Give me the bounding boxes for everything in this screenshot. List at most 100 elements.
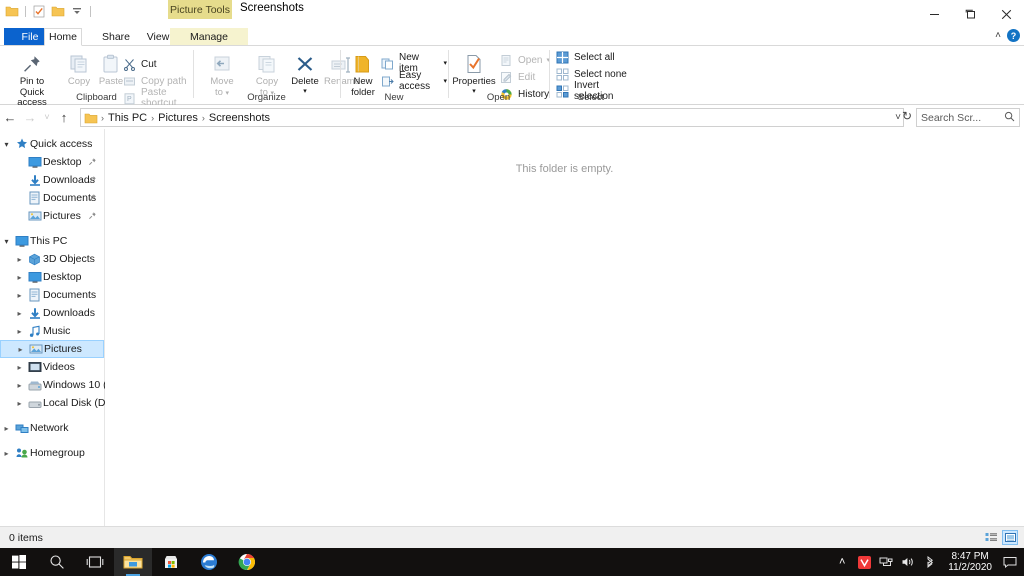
address-dropdown-icon[interactable]: ˅ bbox=[895, 112, 901, 123]
chevron-down-icon[interactable]: ▾ bbox=[0, 140, 13, 149]
tab-manage[interactable]: Manage bbox=[170, 28, 248, 46]
new-folder-icon[interactable] bbox=[50, 3, 66, 19]
back-button[interactable]: ← bbox=[0, 105, 20, 129]
minimize-button[interactable] bbox=[916, 0, 952, 28]
pin-icon-desktop[interactable] bbox=[88, 157, 97, 169]
sidebar-item-desktop[interactable]: ▸ Desktop bbox=[0, 268, 104, 286]
chrome-button[interactable] bbox=[228, 548, 266, 576]
desktop-icon-pc bbox=[26, 269, 43, 285]
pin-icon-downloads[interactable] bbox=[88, 175, 97, 187]
music-icon bbox=[26, 323, 43, 339]
chevron-down-icon-this-pc[interactable]: ▾ bbox=[0, 237, 13, 246]
delete-button[interactable]: Delete ▾ bbox=[286, 49, 324, 95]
sidebar-item-3d-objects[interactable]: ▸ 3D Objects bbox=[0, 250, 104, 268]
close-button[interactable] bbox=[988, 0, 1024, 28]
open-label: Open bbox=[518, 54, 543, 66]
easy-access-button[interactable]: Easy access ▾ bbox=[380, 70, 447, 92]
sidebar-item-windows-c[interactable]: ▸ Windows 10 (C:) bbox=[0, 376, 120, 394]
edit-label: Edit bbox=[518, 71, 536, 83]
chevron-right-icon-homegroup[interactable]: ▸ bbox=[0, 449, 13, 458]
new-folder-button[interactable]: New folder bbox=[344, 49, 382, 98]
edit-button[interactable]: Edit bbox=[499, 69, 535, 85]
tab-home[interactable]: Home bbox=[44, 28, 82, 46]
address-input[interactable]: › This PC › Pictures › Screenshots ˅ bbox=[80, 108, 904, 127]
breadcrumb-pictures[interactable]: Pictures bbox=[155, 112, 201, 124]
maximize-button[interactable] bbox=[952, 0, 988, 28]
up-button[interactable]: ↑ bbox=[54, 105, 74, 129]
open-button[interactable]: Open ▾ bbox=[499, 52, 550, 68]
sidebar-item-videos[interactable]: ▸ Videos bbox=[0, 358, 104, 376]
file-explorer-button[interactable] bbox=[114, 548, 152, 576]
chevron-right-icon-videos[interactable]: ▸ bbox=[13, 363, 26, 372]
bluetooth-icon[interactable] bbox=[920, 548, 940, 576]
chevron-right-icon-3d-objects[interactable]: ▸ bbox=[13, 255, 26, 264]
select-none-label: Select none bbox=[574, 68, 627, 80]
pin-icon-pictures[interactable] bbox=[88, 211, 97, 223]
pin-icon-documents[interactable] bbox=[88, 193, 97, 205]
volume-icon[interactable] bbox=[898, 548, 918, 576]
open-icon bbox=[499, 53, 514, 68]
start-button[interactable] bbox=[0, 548, 38, 576]
chevron-right-icon-windows-c[interactable]: ▸ bbox=[13, 381, 26, 390]
details-view-icon[interactable] bbox=[983, 530, 999, 545]
clock[interactable]: 8:47 PM 11/2/2020 bbox=[942, 551, 998, 573]
tray-overflow-icon[interactable]: ˄ bbox=[832, 548, 852, 576]
search-input[interactable]: Search Scr... bbox=[916, 108, 1020, 127]
group-label-clipboard: Clipboard bbox=[76, 92, 117, 103]
sidebar-item-desktop-qa[interactable]: Desktop bbox=[0, 153, 104, 171]
cut-button[interactable]: Cut bbox=[122, 56, 157, 72]
breadcrumb-this-pc[interactable]: This PC bbox=[105, 112, 150, 124]
chevron-right-icon-pictures[interactable]: ▸ bbox=[14, 345, 27, 354]
microsoft-store-button[interactable] bbox=[152, 548, 190, 576]
sidebar-item-local-disk-d[interactable]: ▸ Local Disk (D:) bbox=[0, 394, 111, 412]
customize-dropdown-icon[interactable] bbox=[69, 3, 85, 19]
sidebar-item-downloads-qa[interactable]: Downloads bbox=[0, 171, 104, 189]
edge-button[interactable] bbox=[190, 548, 228, 576]
network-icon[interactable] bbox=[876, 548, 896, 576]
help-icon[interactable]: ? bbox=[1007, 29, 1020, 42]
sidebar-label-3d-objects: 3D Objects bbox=[43, 253, 95, 265]
sidebar-section-network[interactable]: ▸ Network bbox=[0, 419, 104, 437]
select-all-button[interactable]: Select all bbox=[555, 49, 615, 65]
recent-locations-button[interactable]: ˅ bbox=[40, 105, 54, 129]
task-view-button[interactable] bbox=[76, 548, 114, 576]
documents-icon-pc bbox=[26, 287, 43, 303]
folder-icon[interactable] bbox=[4, 3, 20, 19]
file-list-area[interactable]: This folder is empty. bbox=[105, 129, 1024, 528]
sidebar-label-pictures-qa: Pictures bbox=[43, 210, 81, 222]
sidebar-section-quick-access[interactable]: ▾ Quick access bbox=[0, 135, 104, 153]
action-center-icon[interactable] bbox=[1000, 548, 1020, 576]
star-pin-icon bbox=[13, 136, 30, 152]
search-button[interactable] bbox=[38, 548, 76, 576]
sidebar-item-documents-qa[interactable]: Documents bbox=[0, 189, 104, 207]
sidebar-label-quick-access: Quick access bbox=[30, 138, 93, 150]
system-tray: ˄ 8:47 PM 11/2/2020 bbox=[832, 548, 1024, 576]
sidebar-label-downloads: Downloads bbox=[43, 307, 95, 319]
refresh-button[interactable]: ↻ bbox=[902, 109, 912, 123]
chevron-right-icon-downloads[interactable]: ▸ bbox=[13, 309, 26, 318]
new-item-button[interactable]: New item ▾ bbox=[380, 52, 447, 74]
sidebar-item-downloads[interactable]: ▸ Downloads bbox=[0, 304, 104, 322]
ribbon-group-organize: Move to ▾ Copy to ▾ Delete ▾ Rename Orga… bbox=[194, 46, 360, 104]
chevron-right-icon-desktop[interactable]: ▸ bbox=[13, 273, 26, 282]
chevron-right-icon-network[interactable]: ▸ bbox=[0, 424, 13, 433]
properties-icon[interactable] bbox=[31, 3, 47, 19]
chevron-right-icon-music[interactable]: ▸ bbox=[13, 327, 26, 336]
large-icons-view-icon[interactable] bbox=[1002, 530, 1018, 545]
sidebar-item-pictures-qa[interactable]: Pictures bbox=[0, 207, 104, 225]
properties-button[interactable]: Properties ▾ bbox=[450, 49, 498, 95]
chevron-right-icon-local-disk-d[interactable]: ▸ bbox=[13, 399, 26, 408]
sidebar-label-videos: Videos bbox=[43, 361, 75, 373]
select-none-icon bbox=[555, 67, 570, 82]
ribbon-collapse-icon[interactable]: ˄ bbox=[995, 30, 1001, 41]
sidebar-item-pictures[interactable]: ▸ Pictures bbox=[0, 340, 104, 358]
pictures-icon bbox=[26, 208, 43, 224]
forward-button[interactable]: → bbox=[20, 105, 40, 129]
breadcrumb-screenshots[interactable]: Screenshots bbox=[206, 112, 273, 124]
vivaldi-icon[interactable] bbox=[854, 548, 874, 576]
sidebar-item-music[interactable]: ▸ Music bbox=[0, 322, 104, 340]
chevron-right-icon-documents[interactable]: ▸ bbox=[13, 291, 26, 300]
sidebar-item-documents[interactable]: ▸ Documents bbox=[0, 286, 104, 304]
sidebar-section-this-pc[interactable]: ▾ This PC bbox=[0, 232, 104, 250]
sidebar-section-homegroup[interactable]: ▸ Homegroup bbox=[0, 444, 104, 462]
